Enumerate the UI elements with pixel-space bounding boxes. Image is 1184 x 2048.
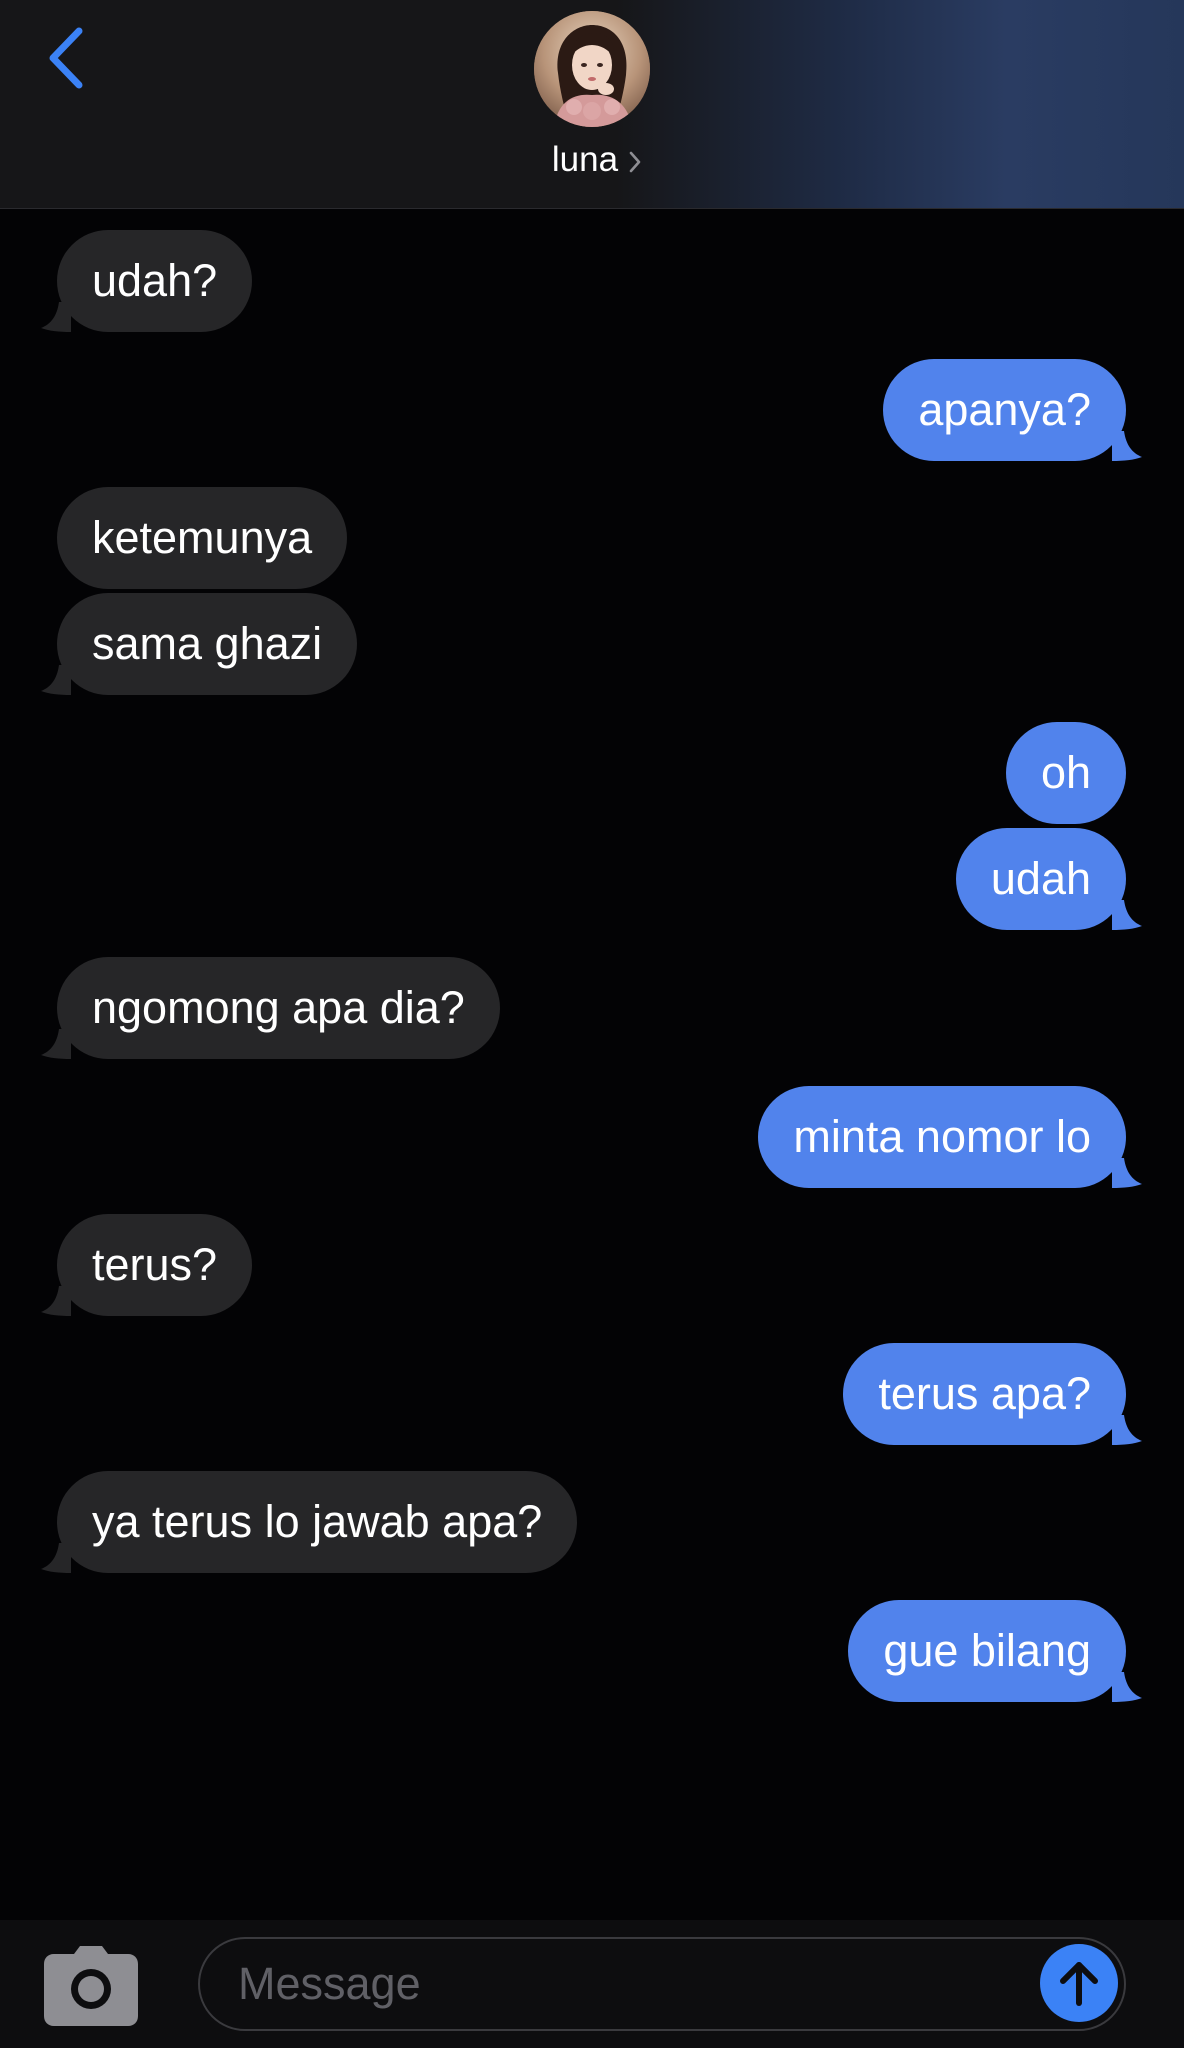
message-list: udah? apanya? ketemunya sama ghazi oh ud… — [0, 210, 1184, 1920]
conversation-header: luna — [0, 0, 1184, 209]
message-bubble-incoming[interactable]: terus? — [41, 1214, 253, 1316]
message-bubble-outgoing[interactable]: gue bilang — [848, 1600, 1142, 1702]
message-bubble-incoming[interactable]: udah? — [41, 230, 253, 332]
bubble-tail-icon — [41, 1543, 71, 1573]
bubble-tail-icon — [1112, 900, 1142, 930]
send-button[interactable] — [1040, 1944, 1118, 2022]
imessage-screen: luna udah? apanya? ketemunya sama ghazi … — [0, 0, 1184, 2048]
chevron-left-icon — [49, 27, 83, 89]
arrow-up-icon — [1060, 1962, 1098, 2006]
bubble-tail-icon — [1112, 1672, 1142, 1702]
message-input-container — [198, 1937, 1126, 2031]
contact-name: luna — [551, 140, 619, 179]
bubble-tail-icon — [41, 665, 71, 695]
chevron-right-icon — [629, 151, 641, 173]
message-bubble-incoming[interactable]: sama ghazi — [41, 593, 358, 695]
message-bubble-outgoing[interactable]: apanya? — [883, 359, 1142, 461]
message-bubble-outgoing[interactable]: oh — [1005, 722, 1126, 824]
message-input[interactable] — [238, 1939, 1018, 2029]
avatar-photo-icon — [534, 11, 650, 127]
message-bubble-incoming[interactable]: ya terus lo jawab apa? — [41, 1471, 578, 1573]
camera-icon — [44, 1946, 138, 2026]
camera-button[interactable] — [44, 1946, 138, 2026]
message-bubble-incoming[interactable]: ketemunya — [57, 487, 348, 589]
message-bubble-incoming[interactable]: ngomong apa dia? — [41, 957, 500, 1059]
message-bubble-outgoing[interactable]: udah — [955, 828, 1142, 930]
message-bubble-outgoing[interactable]: terus apa? — [843, 1343, 1142, 1445]
compose-bar — [0, 1920, 1184, 2048]
contact-avatar[interactable] — [534, 11, 650, 127]
contact-name-button[interactable]: luna — [0, 135, 1184, 185]
back-button[interactable] — [30, 18, 100, 98]
bubble-tail-icon — [1112, 1158, 1142, 1188]
bubble-tail-icon — [41, 302, 71, 332]
bubble-tail-icon — [1112, 431, 1142, 461]
bubble-tail-icon — [1112, 1415, 1142, 1445]
bubble-tail-icon — [41, 1029, 71, 1059]
message-bubble-outgoing[interactable]: minta nomor lo — [758, 1086, 1142, 1188]
bubble-tail-icon — [41, 1286, 71, 1316]
